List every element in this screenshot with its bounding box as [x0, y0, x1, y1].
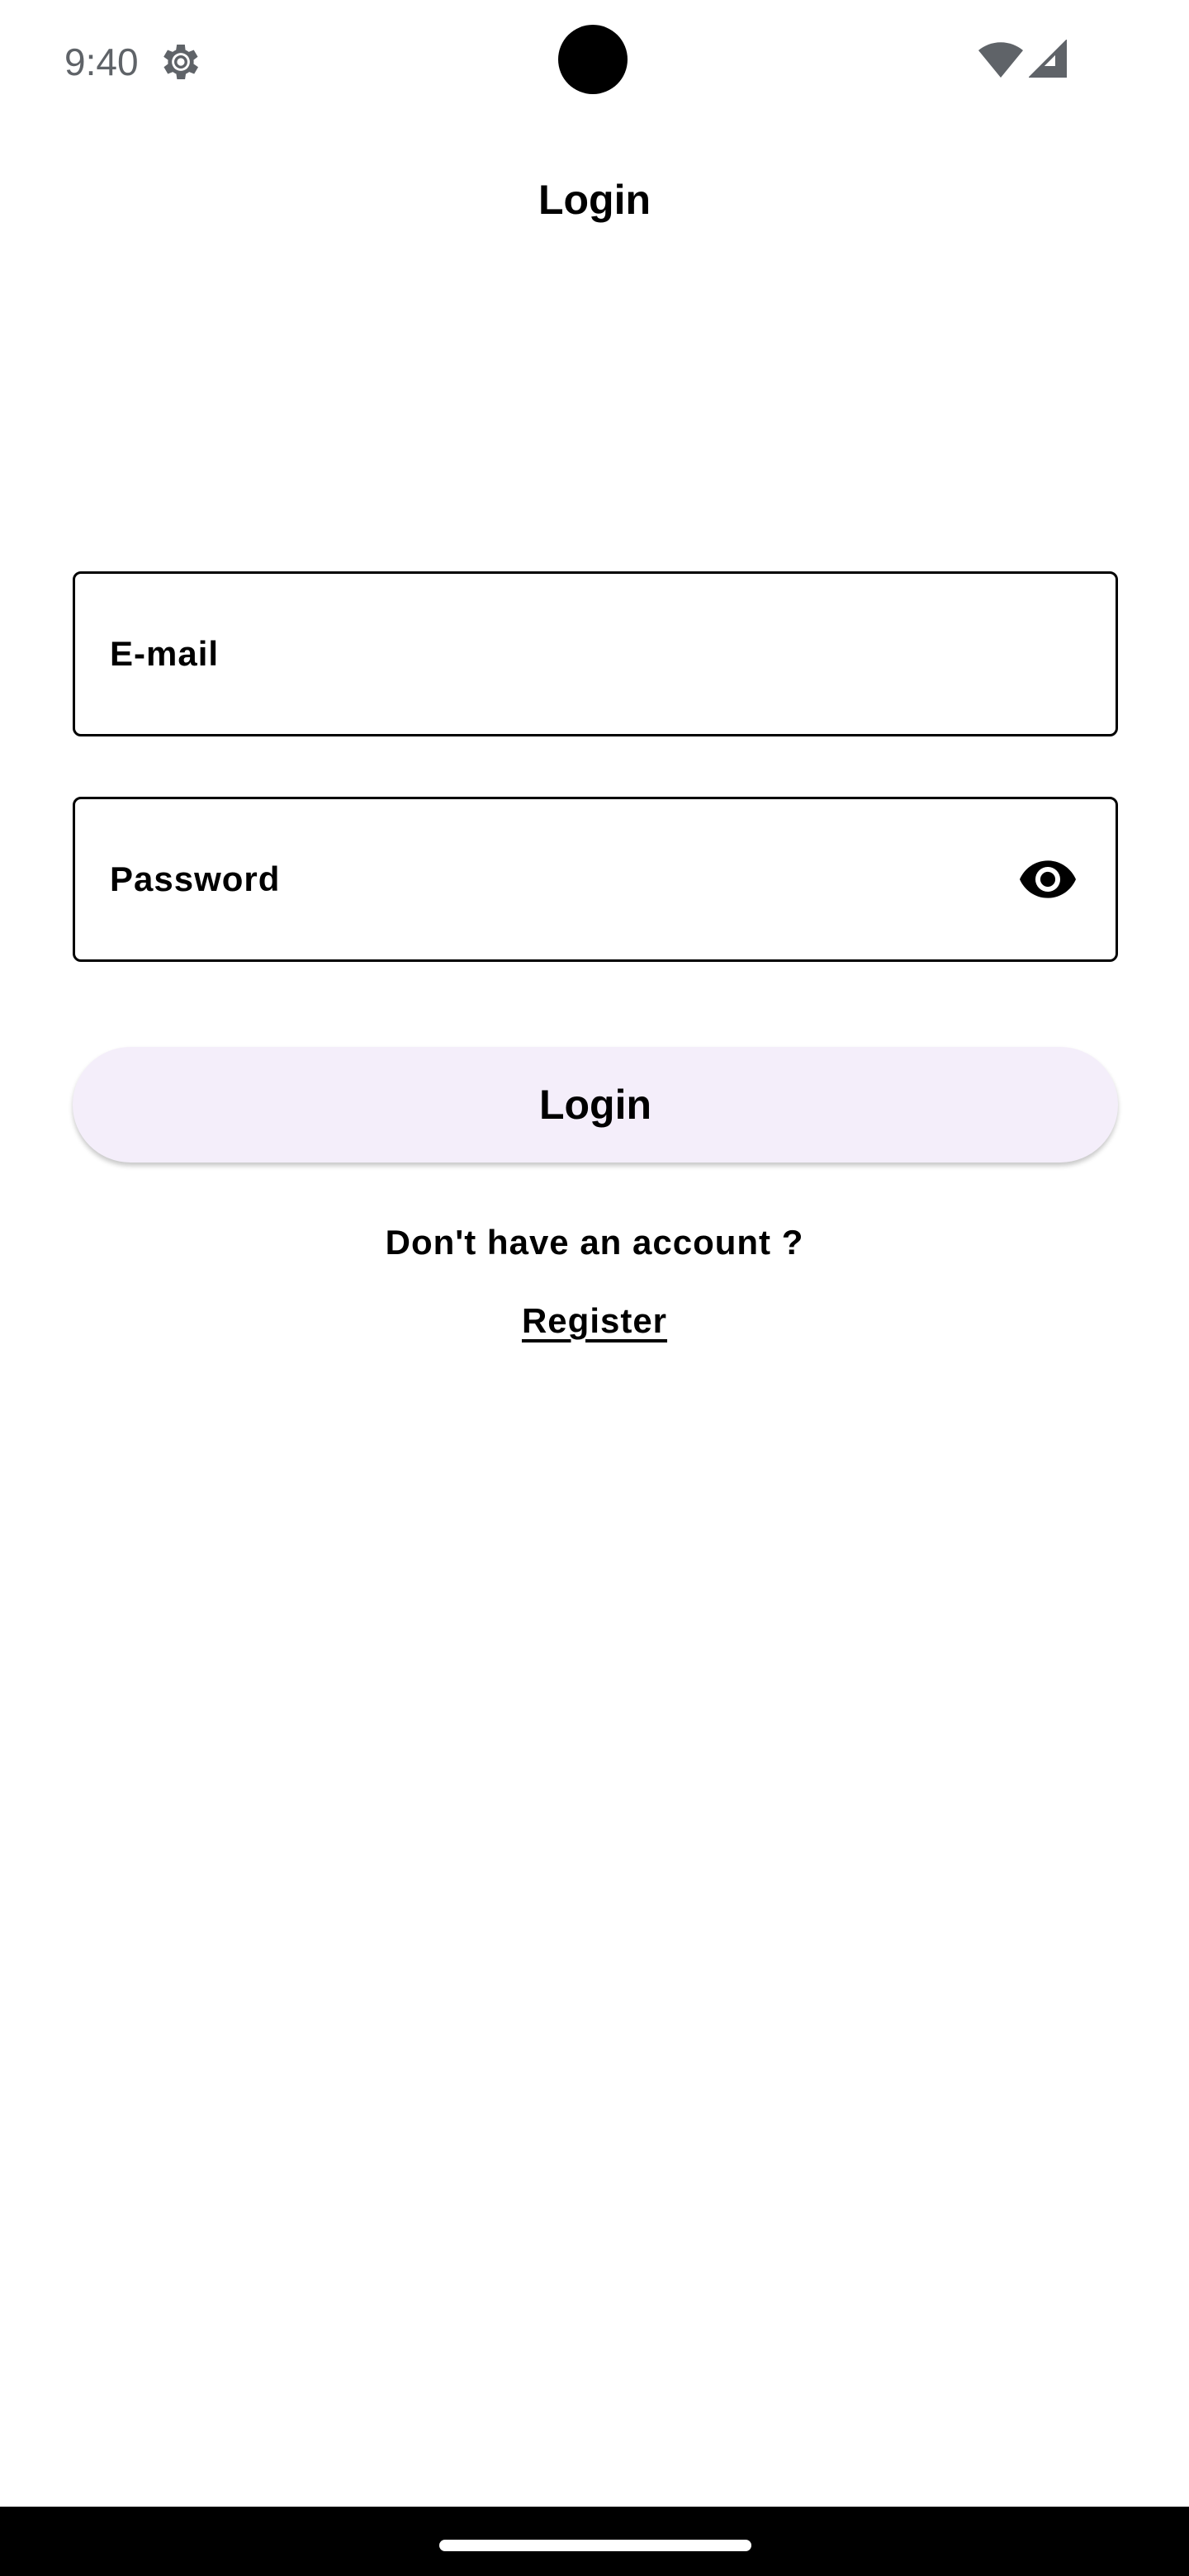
email-field[interactable]: E-mail	[73, 571, 1118, 736]
login-button[interactable]: Login	[73, 1047, 1118, 1163]
status-time: 9:40	[64, 40, 139, 83]
register-link[interactable]: Register	[0, 1292, 1189, 1350]
home-handle[interactable]	[439, 2540, 751, 2551]
gear-icon	[163, 44, 199, 80]
wifi-icon	[978, 42, 1023, 78]
signal-icon	[1029, 40, 1067, 78]
account-prompt: Don't have an account ?	[385, 1223, 804, 1262]
email-field-label: E-mail	[110, 634, 220, 673]
camera-cutout	[558, 25, 628, 94]
navigation-bar	[0, 2507, 1189, 2576]
eye-icon[interactable]	[1020, 859, 1076, 900]
password-field-label: Password	[110, 859, 281, 898]
status-bar: 9:40	[0, 0, 1189, 124]
page-title: Login	[538, 177, 651, 223]
password-field[interactable]: Password	[73, 797, 1118, 962]
